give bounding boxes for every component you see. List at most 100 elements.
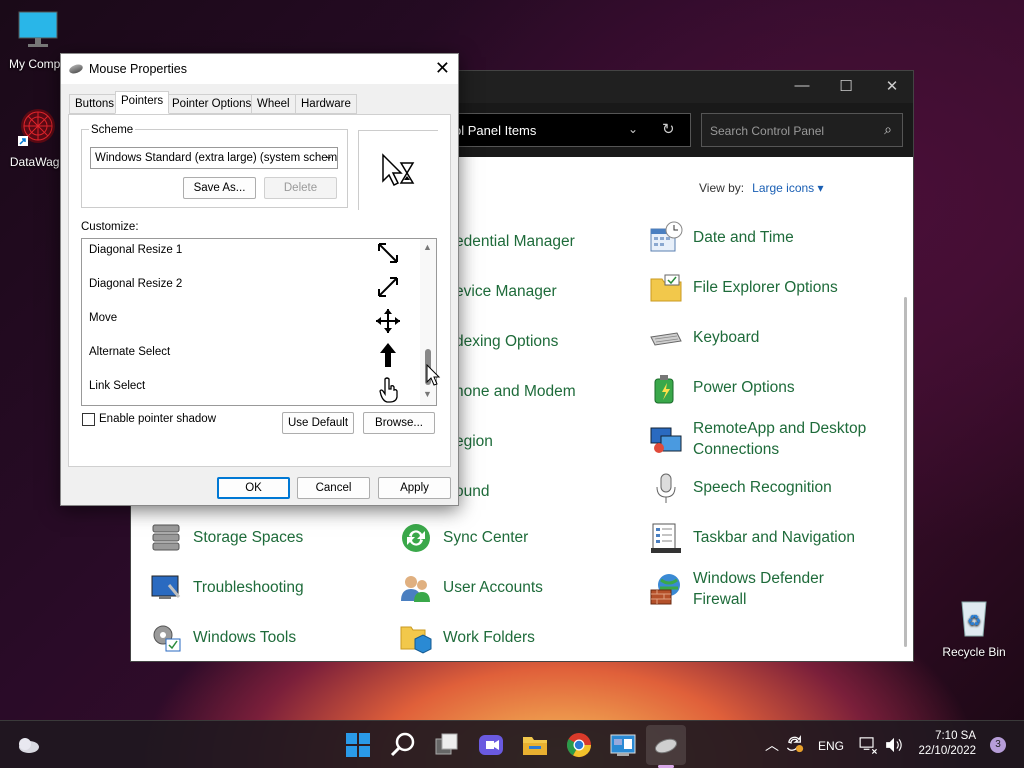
- firewall-icon: [650, 574, 680, 605]
- dialog-titlebar[interactable]: Mouse Properties ✕: [61, 54, 458, 84]
- minimize-icon[interactable]: —: [787, 77, 817, 94]
- pointer-row-diagonal-resize-1[interactable]: Diagonal Resize 1: [82, 239, 422, 273]
- cp-item-user-accounts[interactable]: User Accounts: [399, 571, 543, 605]
- use-default-button[interactable]: Use Default: [282, 412, 354, 434]
- diagonal-resize-1-icon: [378, 243, 398, 263]
- up-arrow-icon: [380, 343, 396, 367]
- chrome-icon[interactable]: [565, 731, 593, 759]
- hand-icon: [379, 377, 398, 403]
- clock-time: 7:10 SA: [935, 730, 976, 742]
- storage-icon: [152, 524, 180, 551]
- cp-item-taskbar-and-navigation[interactable]: Taskbar and Navigation: [649, 521, 855, 555]
- search-icon[interactable]: [389, 731, 417, 759]
- clock[interactable]: 7:10 SA 22/10/2022: [918, 729, 976, 759]
- cp-item-date-and-time[interactable]: Date and Time: [649, 221, 794, 255]
- search-placeholder: Search Control Panel: [710, 124, 825, 138]
- remoteapp-icon: [650, 427, 682, 453]
- cp-item-speech-recognition[interactable]: Speech Recognition: [649, 471, 832, 505]
- move-icon: [376, 309, 400, 333]
- customize-label: Customize:: [81, 221, 139, 233]
- cp-item-troubleshooting[interactable]: Troubleshooting: [149, 571, 304, 605]
- apply-button[interactable]: Apply: [378, 477, 451, 499]
- tab-wheel[interactable]: Wheel: [251, 94, 296, 114]
- view-by: View by: Large icons ▾: [699, 181, 824, 195]
- svg-text:♻: ♻: [967, 613, 981, 630]
- cp-item-remoteapp[interactable]: RemoteApp and Desktop Connections: [649, 418, 879, 460]
- tab-hardware[interactable]: Hardware: [295, 94, 357, 114]
- delete-button[interactable]: Delete: [264, 177, 337, 199]
- tab-buttons[interactable]: Buttons: [69, 94, 120, 114]
- tab-pointer-options[interactable]: Pointer Options: [166, 94, 258, 114]
- sync-tray-icon[interactable]: [786, 735, 806, 755]
- mouse-properties-dialog[interactable]: Mouse Properties ✕ Buttons Pointers Poin…: [60, 53, 459, 506]
- pointer-row-diagonal-resize-2[interactable]: Diagonal Resize 2: [82, 273, 422, 307]
- maximize-icon[interactable]: ☐: [831, 77, 861, 95]
- datawagon-icon: [18, 109, 55, 146]
- refresh-icon[interactable]: ↻: [662, 120, 675, 138]
- close-icon[interactable]: ✕: [877, 77, 907, 95]
- pointer-row-link-select[interactable]: Link Select: [82, 375, 422, 405]
- search-input[interactable]: Search Control Panel ⌕: [701, 113, 903, 147]
- mouse-cursor-icon: [426, 364, 441, 386]
- sync-icon: [402, 524, 430, 552]
- cp-item-storage-spaces[interactable]: Storage Spaces: [149, 521, 303, 555]
- calendar-clock-icon: [650, 221, 683, 252]
- cp-item-windows-defender-firewall[interactable]: Windows Defender Firewall: [649, 568, 849, 610]
- cp-item-power-options[interactable]: Power Options: [649, 371, 795, 405]
- control-panel-scrollbar[interactable]: [904, 297, 907, 647]
- power-icon: [654, 375, 674, 404]
- view-by-value: Large icons: [752, 181, 815, 195]
- cp-item-keyboard[interactable]: Keyboard: [649, 321, 759, 355]
- scroll-up-icon[interactable]: ▲: [423, 242, 432, 252]
- desktop-icon-label: Recycle Bin: [942, 645, 1006, 659]
- ok-button[interactable]: OK: [217, 477, 290, 499]
- save-as-button[interactable]: Save As...: [183, 177, 256, 199]
- recycle-bin-icon: ♻: [961, 601, 987, 637]
- users-icon: [401, 576, 430, 602]
- dialog-title: Mouse Properties: [89, 62, 187, 76]
- control-panel-taskbar-icon[interactable]: [609, 731, 637, 759]
- weather-icon[interactable]: [14, 731, 42, 759]
- cp-item-work-folders[interactable]: Work Folders: [399, 621, 535, 655]
- pointer-row-alternate-select[interactable]: Alternate Select: [82, 341, 422, 375]
- view-by-dropdown[interactable]: Large icons ▾: [752, 181, 823, 195]
- mouse-taskbar-icon[interactable]: [652, 731, 680, 759]
- folder-options-icon: [650, 274, 682, 302]
- scroll-down-icon[interactable]: ▼: [423, 389, 432, 399]
- start-icon[interactable]: [344, 731, 372, 759]
- cancel-button[interactable]: Cancel: [297, 477, 370, 499]
- diagonal-resize-2-icon: [378, 277, 398, 297]
- notification-badge[interactable]: 3: [990, 737, 1006, 753]
- task-view-icon[interactable]: [433, 731, 461, 759]
- search-icon[interactable]: ⌕: [884, 121, 892, 138]
- pointer-list[interactable]: Diagonal Resize 1 Diagonal Resize 2 Move…: [81, 238, 437, 406]
- address-text: ol Panel Items: [454, 123, 537, 138]
- pointer-row-move[interactable]: Move: [82, 307, 422, 341]
- troubleshoot-icon: [151, 575, 181, 599]
- cp-item-sync-center[interactable]: Sync Center: [399, 521, 528, 555]
- enable-pointer-shadow-checkbox[interactable]: [82, 413, 95, 426]
- mouse-icon: [68, 62, 84, 76]
- close-icon[interactable]: ✕: [435, 58, 450, 79]
- clock-date: 22/10/2022: [918, 745, 976, 757]
- cp-item-file-explorer-options[interactable]: File Explorer Options: [649, 271, 838, 305]
- keyboard-icon: [650, 332, 682, 346]
- chat-icon[interactable]: [477, 731, 505, 759]
- cp-item-windows-tools[interactable]: Windows Tools: [149, 621, 296, 655]
- tab-pointers[interactable]: Pointers: [115, 91, 170, 114]
- volume-icon[interactable]: [884, 735, 904, 755]
- monitor-icon: [18, 11, 58, 47]
- taskbar: ︿ ENG 7:10 SA 22/10/2022 3: [0, 720, 1024, 768]
- language-indicator[interactable]: ENG: [818, 739, 844, 753]
- file-explorer-icon[interactable]: [521, 731, 549, 759]
- view-by-label: View by:: [699, 181, 745, 195]
- scheme-select[interactable]: Windows Standard (extra large) (system s…: [90, 147, 338, 169]
- enable-pointer-shadow-label: Enable pointer shadow: [99, 413, 216, 425]
- chevron-up-icon[interactable]: ︿: [765, 735, 779, 755]
- desktop-icon-recycle-bin[interactable]: ♻ Recycle Bin: [936, 598, 1012, 659]
- chevron-down-icon[interactable]: ⌄: [628, 122, 638, 136]
- chevron-down-icon: ⌄: [324, 151, 333, 162]
- network-icon[interactable]: [858, 735, 878, 755]
- scheme-label: Scheme: [89, 124, 136, 136]
- browse-button[interactable]: Browse...: [363, 412, 435, 434]
